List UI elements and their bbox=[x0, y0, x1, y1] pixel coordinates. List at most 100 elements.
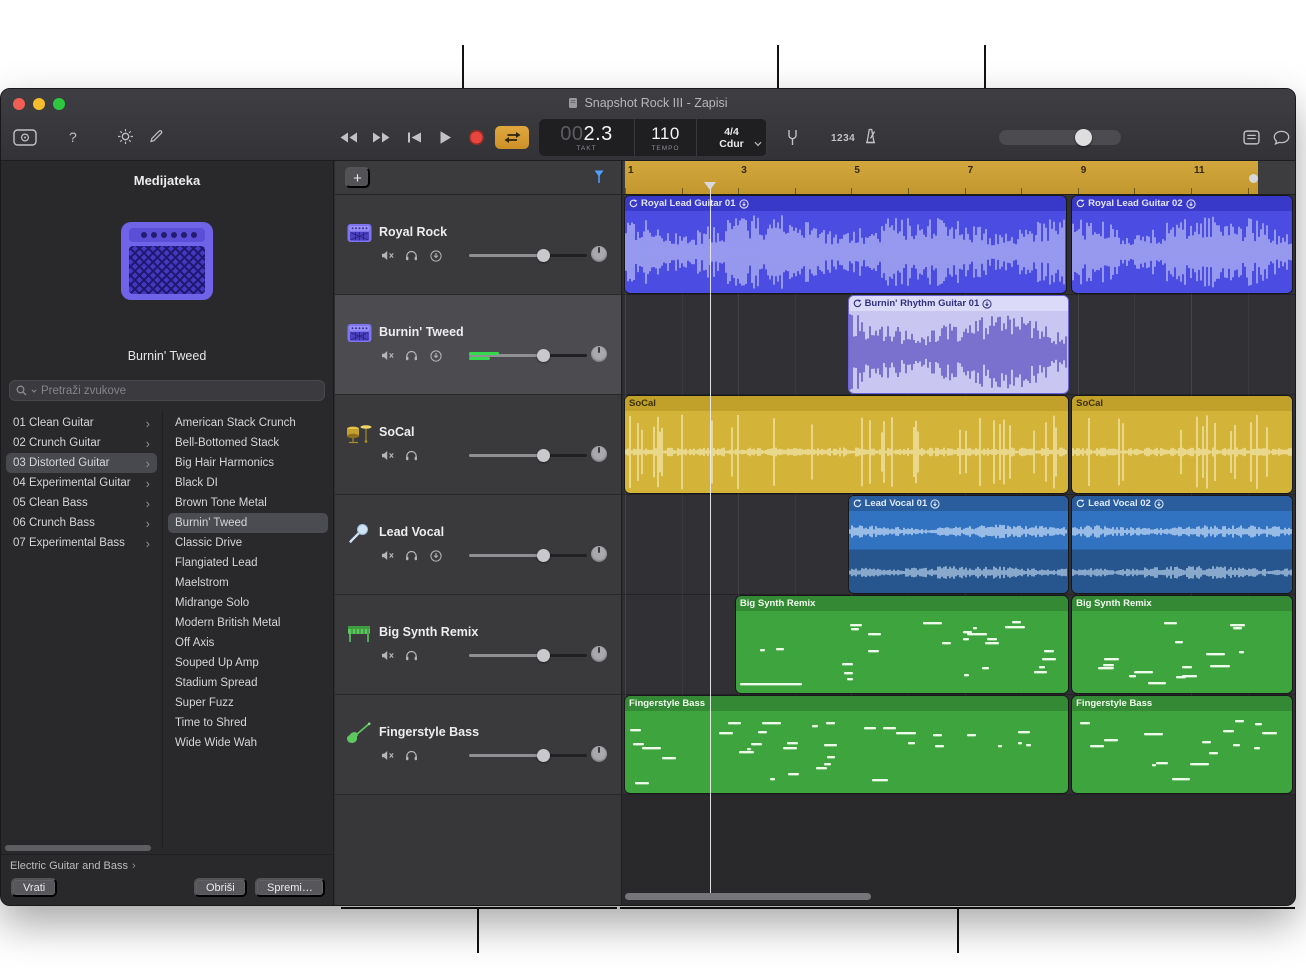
cycle-range-strip[interactable] bbox=[625, 161, 1258, 194]
breadcrumb[interactable]: Electric Guitar and Bass› bbox=[10, 860, 136, 872]
region-lead-vocal-02[interactable]: Lead Vocal 02 bbox=[1072, 496, 1292, 593]
mute-button[interactable] bbox=[379, 748, 396, 763]
category-item-03-distorted-guitar[interactable]: 03 Distorted Guitar› bbox=[6, 453, 157, 473]
region-burnin-rhythm-guitar-01[interactable]: Burnin' Rhythm Guitar 01 bbox=[849, 296, 1068, 393]
go-to-beginning-button[interactable] bbox=[407, 131, 422, 144]
tuner-button[interactable] bbox=[787, 129, 798, 146]
search-input[interactable] bbox=[41, 385, 318, 397]
volume-thumb[interactable] bbox=[537, 549, 550, 562]
headphones-button[interactable] bbox=[403, 348, 420, 363]
patch-item-black-di[interactable]: Black DI bbox=[168, 473, 328, 493]
category-item-07-experimental-bass[interactable]: 07 Experimental Bass› bbox=[6, 533, 157, 553]
category-item-04-experimental-guitar[interactable]: 04 Experimental Guitar› bbox=[6, 473, 157, 493]
display-brightness-button[interactable] bbox=[117, 128, 134, 145]
mute-button[interactable] bbox=[379, 548, 396, 563]
track-volume-slider[interactable] bbox=[469, 247, 587, 263]
track-header-royal-rock[interactable]: Royal Rock bbox=[335, 195, 621, 295]
rewind-button[interactable] bbox=[339, 131, 358, 144]
master-volume-slider[interactable] bbox=[999, 130, 1121, 145]
metronome-button[interactable] bbox=[863, 128, 878, 144]
category-item-05-clean-bass[interactable]: 05 Clean Bass› bbox=[6, 493, 157, 513]
track-header-fingerstyle-bass[interactable]: Fingerstyle Bass bbox=[335, 695, 621, 795]
patch-item-off-axis[interactable]: Off Axis bbox=[168, 633, 328, 653]
revert-button[interactable]: Vrati bbox=[11, 878, 57, 897]
track-header-burnin-tweed[interactable]: Burnin' Tweed bbox=[335, 295, 621, 395]
region-big-synth-remix[interactable]: Big Synth Remix bbox=[1072, 596, 1292, 693]
pan-knob[interactable] bbox=[591, 446, 607, 462]
track-volume-slider[interactable] bbox=[469, 447, 587, 463]
volume-thumb[interactable] bbox=[537, 349, 550, 362]
volume-thumb[interactable] bbox=[537, 749, 550, 762]
chat-button[interactable] bbox=[1273, 130, 1290, 145]
fast-forward-button[interactable] bbox=[372, 131, 391, 144]
patch-item-burnin-tweed[interactable]: Burnin' Tweed bbox=[168, 513, 328, 533]
patch-item-super-fuzz[interactable]: Super Fuzz bbox=[168, 693, 328, 713]
help-button[interactable]: ? bbox=[69, 129, 77, 145]
volume-thumb[interactable] bbox=[537, 249, 550, 262]
patch-item-american-stack-crunch[interactable]: American Stack Crunch bbox=[168, 413, 328, 433]
lcd-display[interactable]: 002.3 TAKT 110 TEMPO 4/4 Cdur bbox=[539, 119, 767, 156]
region-fingerstyle-bass[interactable]: Fingerstyle Bass bbox=[1072, 696, 1292, 793]
track-header-big-synth-remix[interactable]: Big Synth Remix bbox=[335, 595, 621, 695]
notepad-button[interactable] bbox=[1243, 130, 1260, 145]
track-header-socal[interactable]: SoCal bbox=[335, 395, 621, 495]
patch-item-bell-bottomed-stack[interactable]: Bell-Bottomed Stack bbox=[168, 433, 328, 453]
volume-thumb[interactable] bbox=[537, 449, 550, 462]
delete-button[interactable]: Obriši bbox=[194, 878, 247, 897]
download-button[interactable] bbox=[427, 548, 444, 563]
volume-thumb[interactable] bbox=[537, 649, 550, 662]
playhead[interactable] bbox=[710, 182, 712, 893]
download-button[interactable] bbox=[427, 348, 444, 363]
cycle-button[interactable] bbox=[495, 126, 529, 149]
ruler-handle[interactable] bbox=[1249, 174, 1258, 183]
sidebar-scrollbar[interactable] bbox=[5, 845, 151, 851]
mute-button[interactable] bbox=[379, 248, 396, 263]
track-volume-slider[interactable] bbox=[469, 747, 587, 763]
patch-item-maelstrom[interactable]: Maelstrom bbox=[168, 573, 328, 593]
track-header-lead-vocal[interactable]: Lead Vocal bbox=[335, 495, 621, 595]
mute-button[interactable] bbox=[379, 648, 396, 663]
region-fingerstyle-bass[interactable]: Fingerstyle Bass bbox=[625, 696, 1068, 793]
patch-item-brown-tone-metal[interactable]: Brown Tone Metal bbox=[168, 493, 328, 513]
quick-help-pencil-button[interactable] bbox=[149, 129, 163, 143]
timeline-scrollbar[interactable] bbox=[625, 893, 871, 900]
patch-item-modern-british-metal[interactable]: Modern British Metal bbox=[168, 613, 328, 633]
headphones-button[interactable] bbox=[403, 248, 420, 263]
region-lead-vocal-01[interactable]: Lead Vocal 01 bbox=[849, 496, 1068, 593]
track-volume-slider[interactable] bbox=[469, 647, 587, 663]
headphones-button[interactable] bbox=[403, 748, 420, 763]
mute-button[interactable] bbox=[379, 348, 396, 363]
region-socal[interactable]: SoCal bbox=[625, 396, 1068, 493]
region-socal[interactable]: SoCal bbox=[1072, 396, 1292, 493]
headphones-button[interactable] bbox=[403, 648, 420, 663]
patch-item-big-hair-harmonics[interactable]: Big Hair Harmonics bbox=[168, 453, 328, 473]
track-volume-slider[interactable] bbox=[469, 547, 587, 563]
save-button[interactable]: Spremi… bbox=[255, 878, 325, 897]
region-royal-lead-guitar-02[interactable]: Royal Lead Guitar 02 bbox=[1072, 196, 1292, 293]
patch-item-midrange-solo[interactable]: Midrange Solo bbox=[168, 593, 328, 613]
catch-playhead-button[interactable] bbox=[591, 169, 607, 189]
patch-item-classic-drive[interactable]: Classic Drive bbox=[168, 533, 328, 553]
record-button[interactable] bbox=[469, 130, 484, 145]
bar-ruler[interactable]: 1357911 bbox=[623, 161, 1295, 195]
patch-item-flangiated-lead[interactable]: Flangiated Lead bbox=[168, 553, 328, 573]
add-track-button[interactable]: + bbox=[345, 167, 370, 188]
play-button[interactable] bbox=[439, 130, 452, 145]
pan-knob[interactable] bbox=[591, 546, 607, 562]
category-item-06-crunch-bass[interactable]: 06 Crunch Bass› bbox=[6, 513, 157, 533]
patch-item-stadium-spread[interactable]: Stadium Spread bbox=[168, 673, 328, 693]
pan-knob[interactable] bbox=[591, 746, 607, 762]
pan-knob[interactable] bbox=[591, 646, 607, 662]
pan-knob[interactable] bbox=[591, 246, 607, 262]
patch-item-souped-up-amp[interactable]: Souped Up Amp bbox=[168, 653, 328, 673]
volume-thumb[interactable] bbox=[1075, 129, 1092, 146]
region-big-synth-remix[interactable]: Big Synth Remix bbox=[736, 596, 1068, 693]
chevron-down-icon[interactable] bbox=[754, 134, 762, 152]
mute-button[interactable] bbox=[379, 448, 396, 463]
headphones-button[interactable] bbox=[403, 548, 420, 563]
pan-knob[interactable] bbox=[591, 346, 607, 362]
category-item-01-clean-guitar[interactable]: 01 Clean Guitar› bbox=[6, 413, 157, 433]
patch-item-wide-wide-wah[interactable]: Wide Wide Wah bbox=[168, 733, 328, 753]
sound-search-field[interactable] bbox=[9, 380, 325, 401]
region-royal-lead-guitar-01[interactable]: Royal Lead Guitar 01 bbox=[625, 196, 1066, 293]
